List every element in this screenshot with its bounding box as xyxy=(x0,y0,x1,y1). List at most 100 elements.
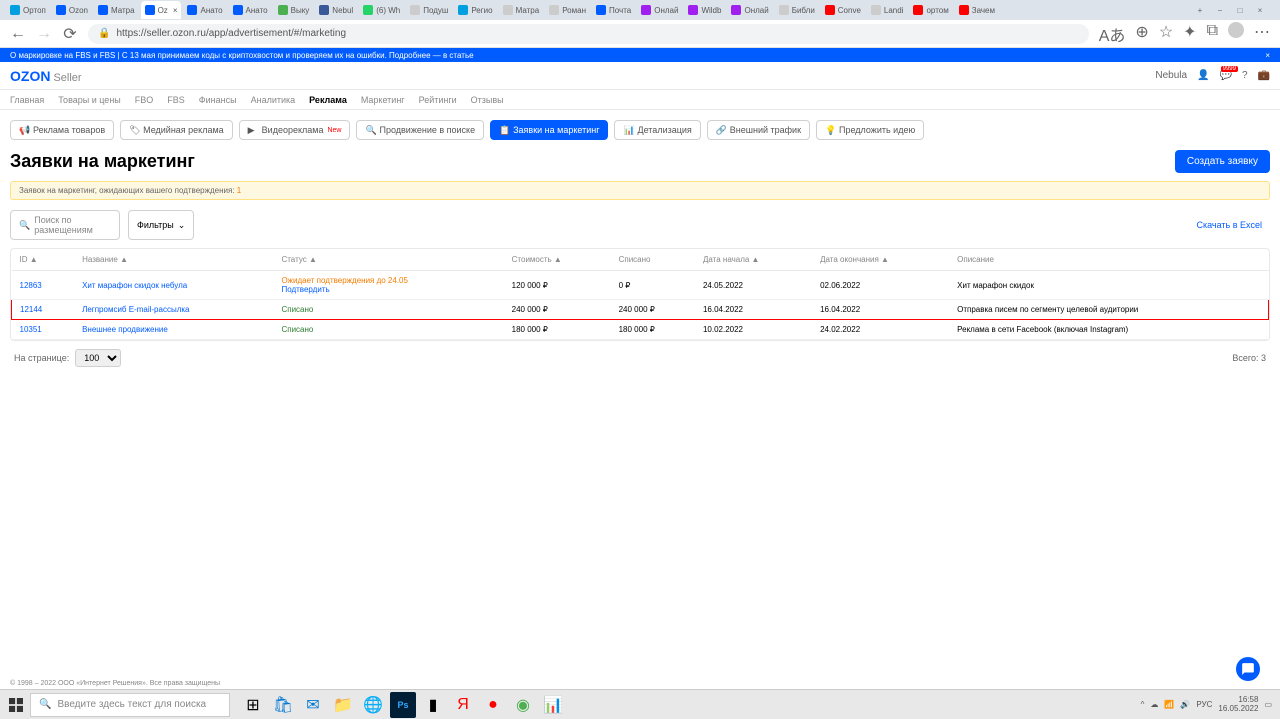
row-name[interactable]: Хит марафон скидок небула xyxy=(82,281,187,290)
browser-tab[interactable]: Conve xyxy=(821,1,865,19)
logo[interactable]: OZONSeller xyxy=(10,68,82,84)
subnav-pill[interactable]: 🔗Внешний трафик xyxy=(707,120,810,140)
browser-tab[interactable]: Роман xyxy=(545,1,590,19)
profile-icon[interactable] xyxy=(1228,22,1244,38)
per-page-select[interactable]: 100 xyxy=(75,349,121,367)
nav-item[interactable]: Отзывы xyxy=(471,95,504,105)
browser-tab[interactable]: Oz× xyxy=(141,1,182,19)
collections-icon[interactable]: ⧉ xyxy=(1207,22,1218,46)
excel-icon[interactable]: 📊 xyxy=(540,692,566,718)
onedrive-icon[interactable]: ☁ xyxy=(1150,700,1158,709)
nav-item[interactable]: Аналитика xyxy=(251,95,296,105)
browser-tab[interactable]: Библи xyxy=(775,1,819,19)
nav-item[interactable]: Товары и цены xyxy=(58,95,121,105)
row-id[interactable]: 12863 xyxy=(20,281,42,290)
explorer-icon[interactable]: 📁 xyxy=(330,692,356,718)
yandex-icon[interactable]: Я xyxy=(450,692,476,718)
maximize-button[interactable]: □ xyxy=(1234,4,1246,16)
nav-item[interactable]: Рейтинги xyxy=(419,95,457,105)
app-icon[interactable]: ▮ xyxy=(420,692,446,718)
taskbar-search[interactable]: 🔍 Введите здесь текст для поиска xyxy=(30,693,230,717)
business-icon[interactable]: 💼 xyxy=(1258,70,1270,81)
nav-item[interactable]: Маркетинг xyxy=(361,95,405,105)
help-icon[interactable]: ? xyxy=(1242,70,1248,81)
row-name[interactable]: Внешнее продвижение xyxy=(82,325,168,334)
nav-item[interactable]: Финансы xyxy=(199,95,237,105)
browser-tab[interactable]: Матра xyxy=(94,1,139,19)
column-header[interactable]: Стоимость ▲ xyxy=(504,249,611,271)
browser-tab[interactable]: ортом xyxy=(909,1,952,19)
tray-expand-icon[interactable]: ^ xyxy=(1141,700,1145,709)
chat-button[interactable] xyxy=(1236,657,1260,681)
column-header[interactable]: ID ▲ xyxy=(12,249,75,271)
filters-button[interactable]: Фильтры ⌄ xyxy=(128,210,194,240)
text-size-icon[interactable]: Aあ xyxy=(1099,22,1126,46)
task-view-icon[interactable]: ⊞ xyxy=(240,692,266,718)
user-name[interactable]: Nebula xyxy=(1155,70,1187,81)
subnav-pill[interactable]: 🔍Продвижение в поиске xyxy=(356,120,484,140)
subnav-pill[interactable]: 🏷Медийная реклама xyxy=(120,120,233,140)
browser-tab[interactable]: Анато xyxy=(183,1,226,19)
nav-item[interactable]: Главная xyxy=(10,95,44,105)
browser-tab[interactable]: Nebul xyxy=(315,1,357,19)
browser-tab[interactable]: Ozon xyxy=(52,1,92,19)
banner-close-icon[interactable]: × xyxy=(1265,51,1270,60)
address-bar[interactable]: 🔒 https://seller.ozon.ru/app/advertiseme… xyxy=(88,24,1089,44)
browser-tab[interactable]: Анато xyxy=(229,1,272,19)
minimize-button[interactable]: − xyxy=(1214,4,1226,16)
new-tab-button[interactable]: + xyxy=(1194,4,1206,16)
browser-tab[interactable]: Онлай xyxy=(727,1,772,19)
row-id[interactable]: 12144 xyxy=(20,305,42,314)
nav-item[interactable]: Реклама xyxy=(309,95,347,105)
browser-tab[interactable]: Ортоп xyxy=(6,1,50,19)
messages-icon[interactable]: 💬9999 xyxy=(1220,70,1232,81)
forward-button[interactable]: → xyxy=(36,26,52,42)
browser-tab[interactable]: Регио xyxy=(454,1,496,19)
menu-icon[interactable]: ⋯ xyxy=(1254,22,1270,46)
photoshop-icon[interactable]: Ps xyxy=(390,692,416,718)
user-icon[interactable]: 👤 xyxy=(1197,70,1209,81)
language-indicator[interactable]: РУС xyxy=(1196,700,1212,709)
browser-tab[interactable]: Подуш xyxy=(406,1,452,19)
refresh-button[interactable]: ⟳ xyxy=(62,26,78,42)
nav-item[interactable]: FBS xyxy=(167,95,185,105)
network-icon[interactable]: 📶 xyxy=(1164,700,1174,709)
close-window-button[interactable]: × xyxy=(1254,4,1266,16)
browser-tab[interactable]: Landi xyxy=(867,1,908,19)
yandex-browser-icon[interactable]: ● xyxy=(480,692,506,718)
create-request-button[interactable]: Создать заявку xyxy=(1175,150,1270,173)
favorite-icon[interactable]: ☆ xyxy=(1159,22,1173,46)
column-header[interactable]: Описание xyxy=(949,249,1268,271)
browser-tab[interactable]: Выку xyxy=(274,1,314,19)
subnav-pill[interactable]: 📋Заявки на маркетинг xyxy=(490,120,608,140)
start-button[interactable] xyxy=(2,691,30,719)
clock[interactable]: 16:58 16.05.2022 xyxy=(1218,696,1258,714)
column-header[interactable]: Дата начала ▲ xyxy=(695,249,812,271)
browser-tab[interactable]: Зачем xyxy=(955,1,999,19)
subnav-pill[interactable]: 💡Предложить идею xyxy=(816,120,924,140)
browser-tab[interactable]: Почта xyxy=(592,1,635,19)
mail-icon[interactable]: ✉ xyxy=(300,692,326,718)
volume-icon[interactable]: 🔊 xyxy=(1180,700,1190,709)
subnav-pill[interactable]: 📢Реклама товаров xyxy=(10,120,114,140)
app2-icon[interactable]: ◉ xyxy=(510,692,536,718)
column-header[interactable]: Название ▲ xyxy=(74,249,273,271)
notifications-icon[interactable]: ▭ xyxy=(1264,700,1272,709)
column-header[interactable]: Списано xyxy=(611,249,695,271)
edge-icon[interactable]: 🌐 xyxy=(360,692,386,718)
extensions-icon[interactable]: ✦ xyxy=(1183,22,1196,46)
store-icon[interactable]: 🛍 xyxy=(270,692,296,718)
browser-tab[interactable]: Матра xyxy=(499,1,544,19)
browser-tab[interactable]: Онлай xyxy=(637,1,682,19)
nav-item[interactable]: FBO xyxy=(135,95,154,105)
row-name[interactable]: Легпромсиб E-mail-рассылка xyxy=(82,305,189,314)
column-header[interactable]: Дата окончания ▲ xyxy=(812,249,949,271)
row-id[interactable]: 10351 xyxy=(20,325,42,334)
subnav-pill[interactable]: 📊Детализация xyxy=(614,120,700,140)
back-button[interactable]: ← xyxy=(10,26,26,42)
export-excel-button[interactable]: Скачать в Excel xyxy=(1188,216,1270,234)
browser-tab[interactable]: Wildb xyxy=(684,1,725,19)
search-input[interactable]: 🔍 Поиск по размещениям xyxy=(10,210,120,240)
subnav-pill[interactable]: ▶ВидеорекламаNew xyxy=(239,120,351,140)
zoom-icon[interactable]: ⊕ xyxy=(1135,22,1148,46)
